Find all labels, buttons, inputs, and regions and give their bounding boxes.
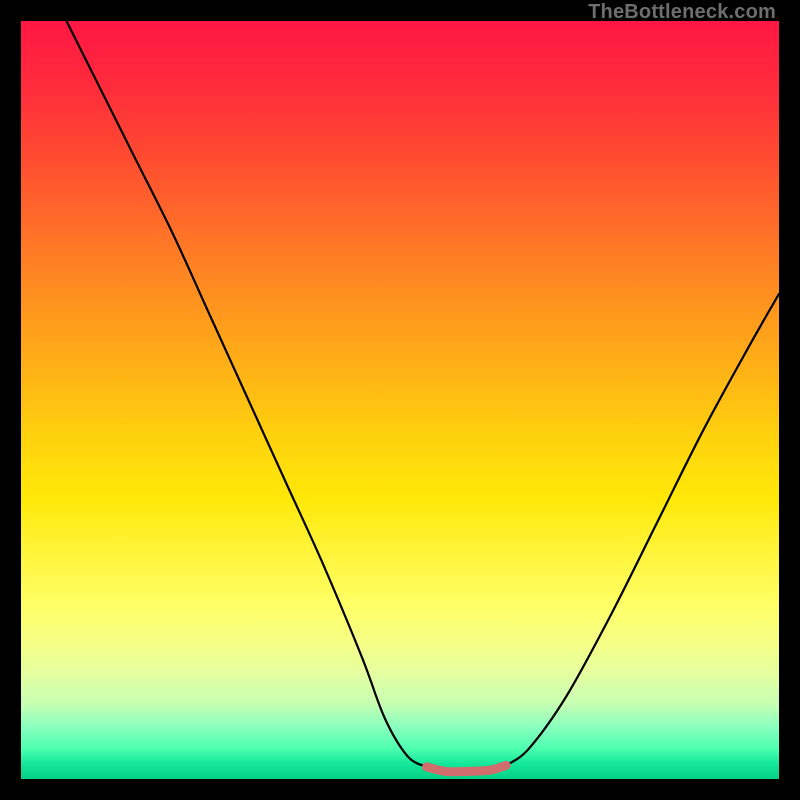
chart-curves bbox=[21, 21, 779, 779]
right-branch-curve bbox=[506, 294, 779, 765]
left-branch-curve bbox=[66, 21, 426, 767]
watermark-text: TheBottleneck.com bbox=[588, 1, 776, 24]
chart-stage: TheBottleneck.com bbox=[0, 0, 800, 800]
valley-floor-curve bbox=[427, 765, 507, 771]
